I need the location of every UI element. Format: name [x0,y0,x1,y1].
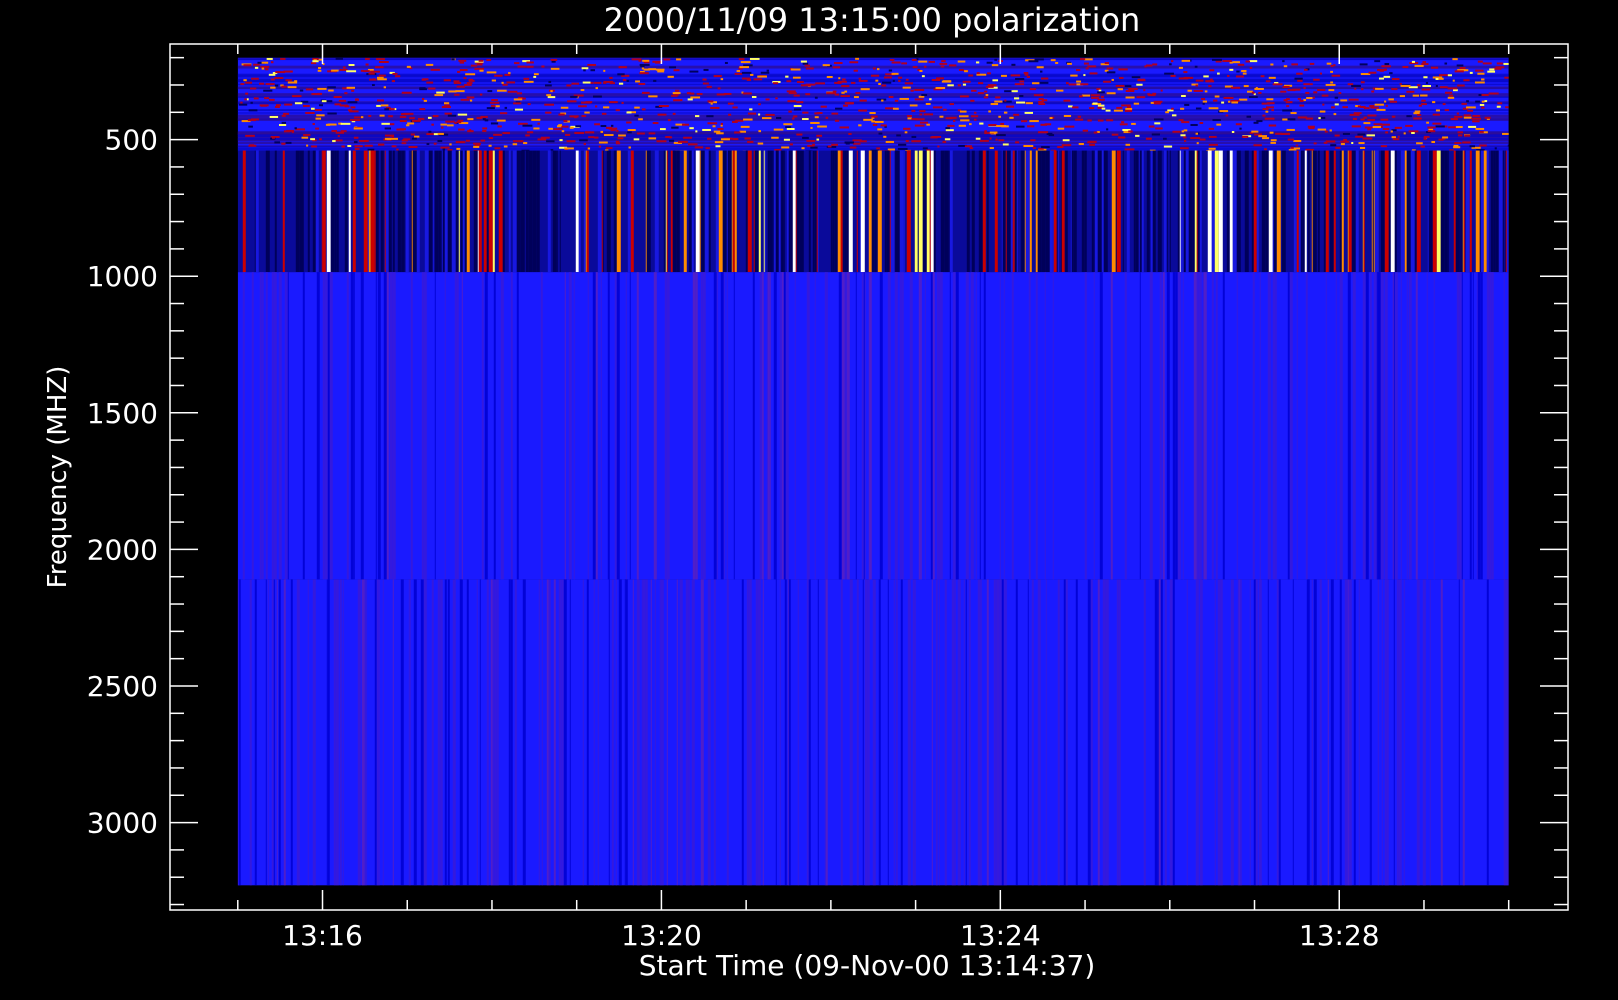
spectrogram-band [237,272,1509,580]
x-tick-label: 13:16 [282,919,363,952]
y-tick-label: 3000 [87,807,158,840]
spectrogram-band [237,57,1509,153]
y-tick-label: 500 [105,124,158,157]
y-axis-label: Frequency (MHZ) [43,366,73,589]
spectrogram-band [237,579,1509,886]
x-tick-label: 13:28 [1299,919,1380,952]
y-tick-label: 1000 [87,260,158,293]
y-tick-label: 1500 [87,397,158,430]
y-tick-label: 2500 [87,670,158,703]
heatmap-image [237,57,1509,886]
spectrogram-band [237,150,1509,273]
spectrogram-chart: 13:16 13:20 13:24 13:28 500 1000 1500 2000 2500 3… [0,0,1618,1000]
x-tick-label: 13:20 [621,919,702,952]
x-axis-label: Start Time (09-Nov-00 13:14:37) [639,949,1096,982]
y-tick-label: 2000 [87,533,158,566]
chart-title: 2000/11/09 13:15:00 polarization [604,1,1141,39]
x-tick-label: 13:24 [960,919,1041,952]
